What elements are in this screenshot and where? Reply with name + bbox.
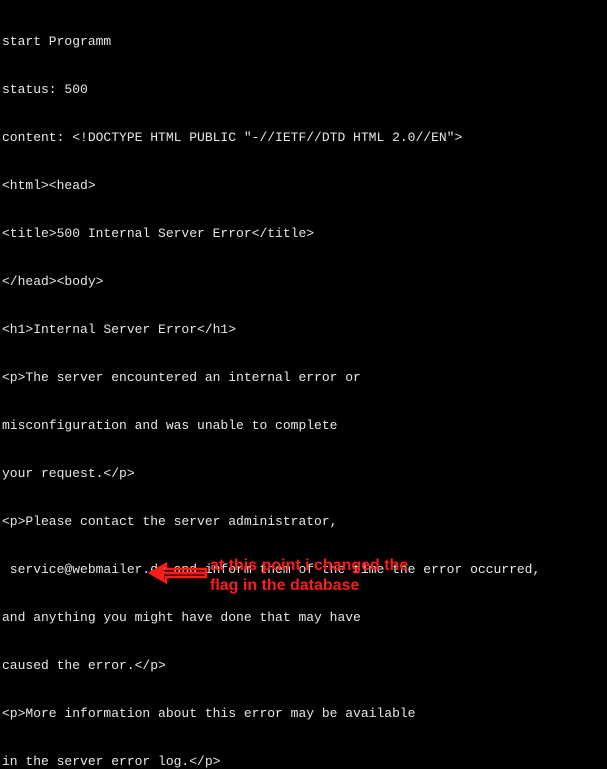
terminal-line: <html><head> (2, 178, 607, 194)
terminal-line: in the server error log.</p> (2, 754, 607, 769)
terminal-line: service@webmailer.de and inform them of … (2, 562, 607, 578)
terminal-output[interactable]: start Programm status: 500 content: <!DO… (0, 0, 607, 769)
terminal-line: <title>500 Internal Server Error</title> (2, 226, 607, 242)
terminal-line: and anything you might have done that ma… (2, 610, 607, 626)
terminal-line: caused the error.</p> (2, 658, 607, 674)
terminal-line: <p>The server encountered an internal er… (2, 370, 607, 386)
terminal-line: </head><body> (2, 274, 607, 290)
terminal-line: <p>Please contact the server administrat… (2, 514, 607, 530)
terminal-line: start Programm (2, 34, 607, 50)
terminal-line: <h1>Internal Server Error</h1> (2, 322, 607, 338)
terminal-line: content: <!DOCTYPE HTML PUBLIC "-//IETF/… (2, 130, 607, 146)
terminal-line: status: 500 (2, 82, 607, 98)
terminal-line: <p>More information about this error may… (2, 706, 607, 722)
terminal-line: your request.</p> (2, 466, 607, 482)
terminal-line: misconfiguration and was unable to compl… (2, 418, 607, 434)
